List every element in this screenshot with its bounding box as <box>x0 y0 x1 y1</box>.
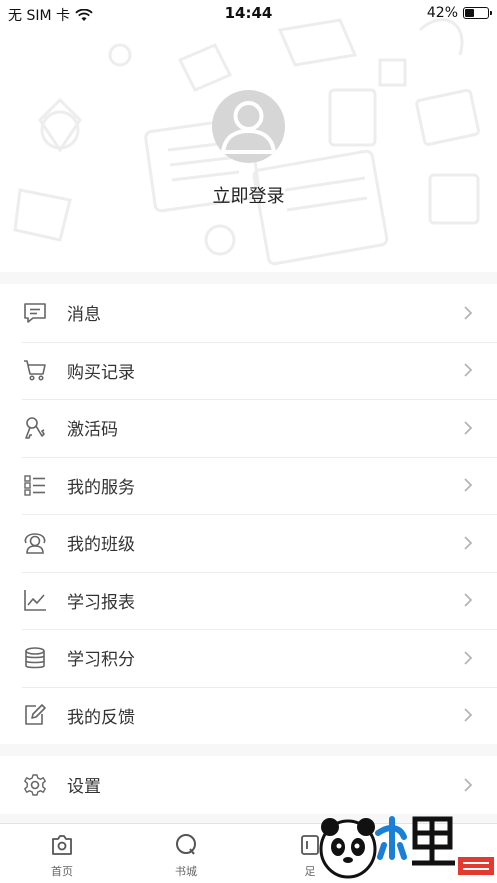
profile-header: 无 SIM 卡 14:44 42% 立即登录 <box>0 0 497 272</box>
menu-item-purchase-records[interactable]: 购买记录 <box>0 341 497 400</box>
tab-label: 书城 <box>175 865 197 878</box>
coins-stack-icon <box>25 646 45 669</box>
chevron-right-icon <box>464 363 473 377</box>
menu-label: 我的反馈 <box>67 707 135 728</box>
menu-main: 消息 购买记录 激活码 我的服务 我的班级 学习报表 学习积分 我的反馈 <box>0 284 497 744</box>
menu-item-study-report[interactable]: 学习报表 <box>0 571 497 630</box>
user-silhouette-icon <box>220 101 277 154</box>
chevron-right-icon <box>464 778 473 792</box>
chevron-right-icon <box>464 306 473 320</box>
battery-percent: 42% <box>426 5 458 21</box>
menu-label: 激活码 <box>67 420 118 441</box>
chevron-right-icon <box>464 708 473 722</box>
avatar[interactable] <box>212 90 285 163</box>
chevron-right-icon <box>464 593 473 607</box>
menu-item-my-feedback[interactable]: 我的反馈 <box>0 686 497 745</box>
chart-line-icon <box>24 590 46 612</box>
gear-icon <box>24 774 46 796</box>
message-icon <box>24 302 46 323</box>
home-icon <box>52 835 72 855</box>
chevron-right-icon <box>464 421 473 435</box>
tab-label: 首页 <box>51 865 73 878</box>
menu-item-activation-code[interactable]: 激活码 <box>0 399 497 457</box>
menu-label: 我的班级 <box>67 535 135 556</box>
tab-home[interactable]: 首页 <box>27 832 97 879</box>
login-button[interactable]: 立即登录 <box>0 182 497 208</box>
cart-icon <box>24 360 46 381</box>
key-icon <box>25 416 45 439</box>
chevron-right-icon <box>464 478 473 492</box>
search-circle-icon <box>176 834 196 855</box>
menu-item-my-services[interactable]: 我的服务 <box>0 456 497 515</box>
battery-fill <box>465 9 474 17</box>
menu-label: 我的服务 <box>67 477 135 498</box>
edit-icon <box>25 704 46 726</box>
service-list-icon <box>24 475 45 496</box>
status-time: 14:44 <box>224 4 273 22</box>
menu-label: 学习报表 <box>67 592 135 613</box>
status-right: 42% <box>426 5 492 21</box>
menu-label: 学习积分 <box>67 650 135 671</box>
menu-label: 设置 <box>67 777 101 798</box>
chevron-right-icon <box>464 536 473 550</box>
tab-bookstore[interactable]: 书城 <box>151 832 221 879</box>
menu-label: 消息 <box>67 305 101 326</box>
menu-item-study-points[interactable]: 学习积分 <box>0 629 497 687</box>
battery-icon <box>463 7 492 19</box>
chevron-right-icon <box>464 651 473 665</box>
watermark-logo <box>319 816 494 879</box>
status-bar: 无 SIM 卡 14:44 42% <box>0 0 497 28</box>
menu-label: 购买记录 <box>67 362 135 383</box>
class-icon <box>24 532 46 554</box>
menu-item-my-class[interactable]: 我的班级 <box>0 514 497 572</box>
menu-item-messages[interactable]: 消息 <box>0 284 497 342</box>
